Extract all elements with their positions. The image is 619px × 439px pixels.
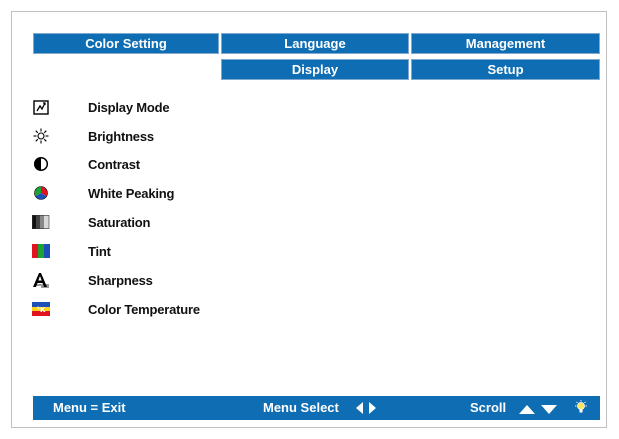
color-temperature-icon: °K — [32, 301, 50, 317]
menu-label: Contrast — [88, 156, 140, 172]
bulb-icon — [574, 400, 588, 419]
color-wheel-icon — [32, 185, 50, 201]
menu-item-saturation[interactable]: Saturation — [32, 211, 150, 233]
menu-label: White Peaking — [88, 185, 175, 201]
menu-item-tint[interactable]: Tint — [32, 240, 111, 262]
menu-item-display-mode[interactable]: Display Mode — [32, 96, 170, 118]
menu-select-label: Menu Select — [263, 400, 339, 415]
sharpness-icon — [32, 272, 50, 288]
svg-text:°K: °K — [37, 306, 47, 314]
menu-item-contrast[interactable]: Contrast — [32, 153, 140, 175]
up-down-arrows-icon — [519, 403, 559, 418]
tab-management[interactable]: Management — [411, 33, 600, 54]
menu-item-brightness[interactable]: Brightness — [32, 125, 154, 147]
left-right-arrows-icon — [356, 402, 378, 417]
menu-label: Saturation — [88, 214, 151, 230]
menu-label: Color Temperature — [88, 301, 200, 317]
sun-icon — [32, 128, 50, 144]
tab-display[interactable]: Display — [221, 59, 409, 80]
menu-exit-label: Menu = Exit — [53, 400, 126, 415]
menu-item-white-peaking[interactable]: White Peaking — [32, 182, 174, 204]
menu-label: Brightness — [88, 128, 154, 144]
contrast-icon — [32, 156, 50, 172]
display-mode-icon — [32, 99, 50, 115]
menu-item-sharpness[interactable]: Sharpness — [32, 269, 153, 291]
tab-image[interactable]: Image — [33, 59, 219, 80]
tint-icon — [32, 243, 50, 259]
menu-label: Tint — [88, 243, 111, 259]
menu-label: Sharpness — [88, 272, 153, 288]
menu-item-color-temperature[interactable]: °K Color Temperature — [32, 298, 200, 320]
menu-label: Display Mode — [88, 99, 170, 115]
tab-setup[interactable]: Setup — [411, 59, 600, 80]
tab-language[interactable]: Language — [221, 33, 409, 54]
saturation-icon — [32, 214, 50, 230]
footer-bar: Menu = Exit Menu Select Scroll — [33, 396, 600, 420]
tab-color-setting[interactable]: Color Setting — [33, 33, 219, 54]
scroll-label: Scroll — [470, 400, 507, 415]
